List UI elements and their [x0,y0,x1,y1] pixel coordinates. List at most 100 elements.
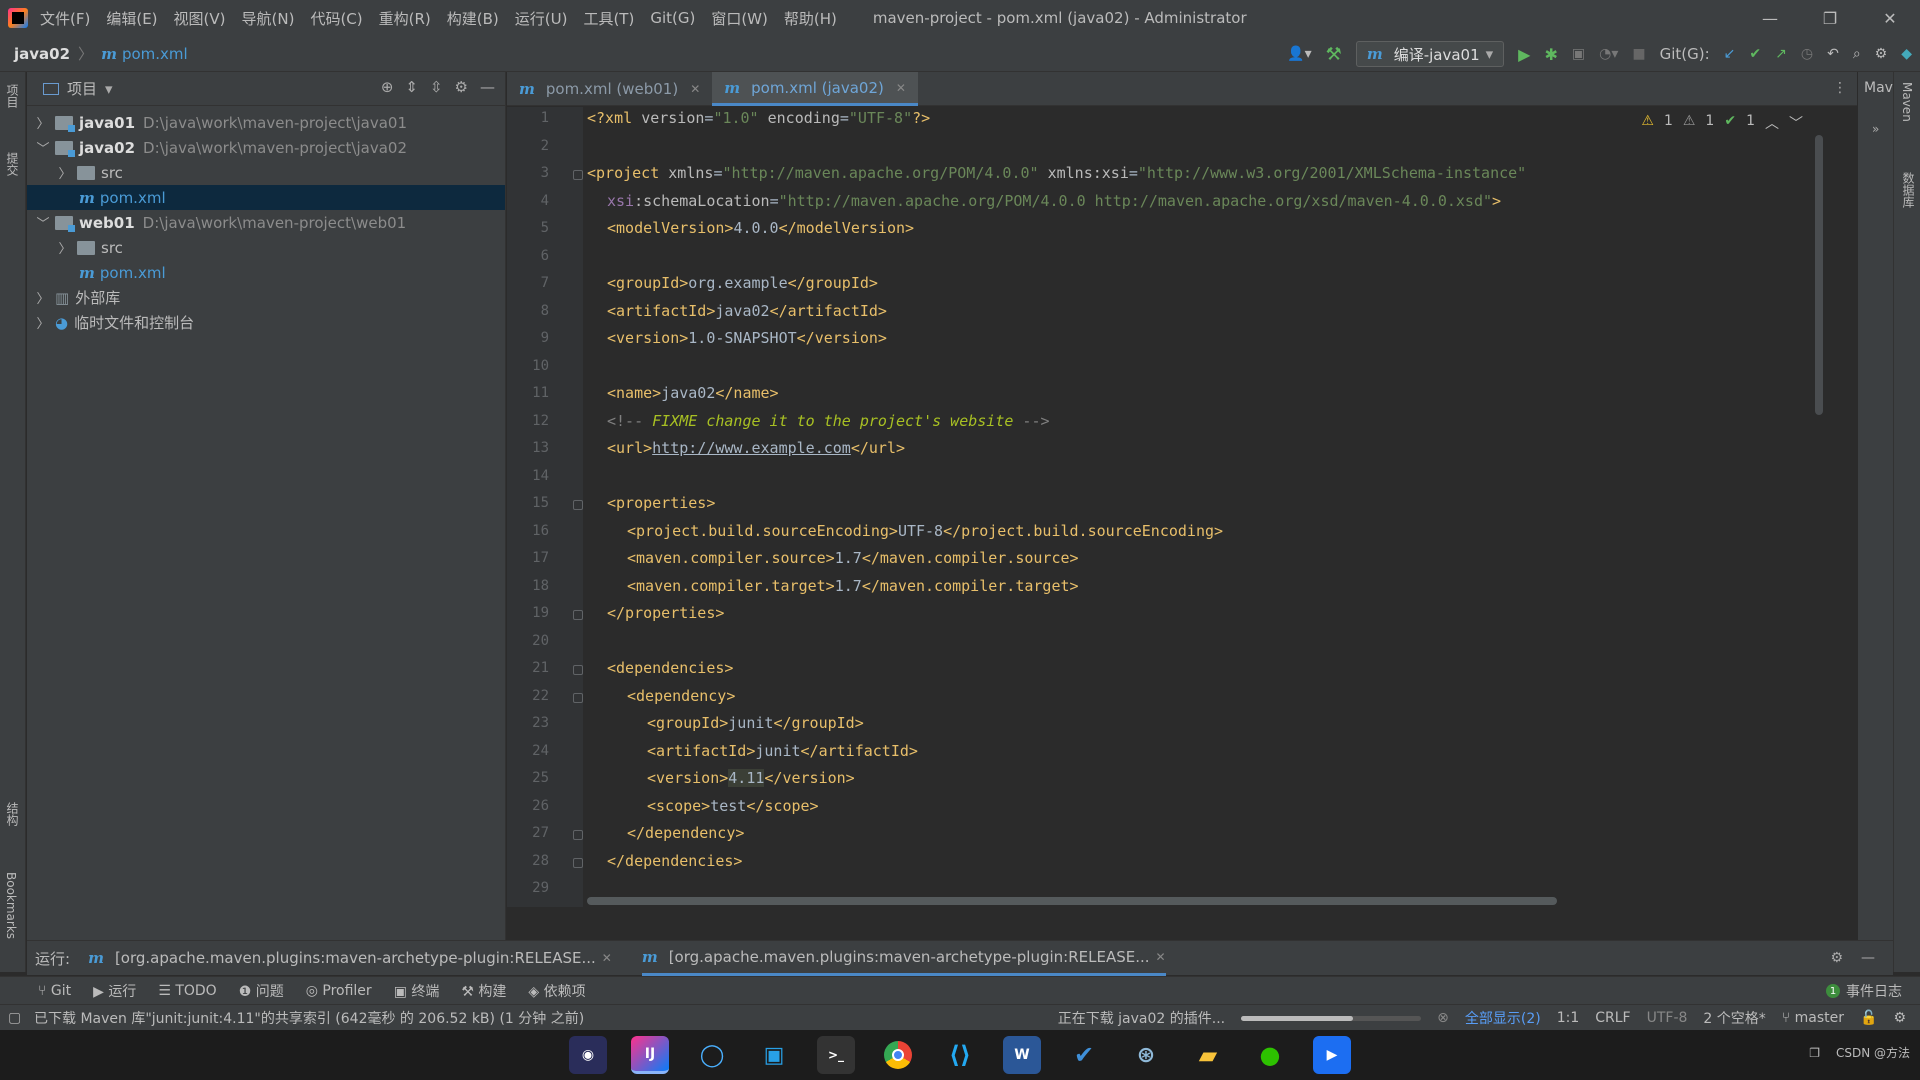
debug-icon[interactable]: ✱ [1544,45,1557,64]
tree-item-external-libraries[interactable]: 〉 ▥ 外部库 [27,285,505,310]
rollback-icon[interactable]: ↶ [1827,46,1839,62]
menu-build[interactable]: 构建(B) [447,8,499,29]
eclipse-app-icon[interactable]: ◉ [569,1036,607,1074]
cancel-task-icon[interactable]: ⊗ [1437,1010,1449,1026]
profile-icon[interactable]: ◔▾ [1599,46,1618,62]
close-tab-icon[interactable]: ✕ [690,82,700,96]
structure-tool-button[interactable]: 结构 [4,802,21,826]
locate-icon[interactable]: ⊕ [381,78,394,96]
git-history-icon[interactable]: ◷ [1801,46,1813,62]
chevron-down-icon[interactable]: ﹀ [35,213,51,232]
build-hammer-icon[interactable]: ⚒ [1326,44,1342,65]
file-encoding[interactable]: UTF-8 [1647,1010,1688,1026]
background-task-label[interactable]: 正在下载 java02 的插件... [1058,1008,1225,1028]
tool-run[interactable]: ▶ 运行 [93,981,136,1001]
panel-toggle-icon[interactable]: ▢ [8,1010,21,1026]
tool-build[interactable]: ⚒ 构建 [461,981,506,1001]
settings-gear-icon[interactable]: ⚙ [1875,46,1888,62]
tool-profiler[interactable]: ◎ Profiler [306,983,372,999]
menu-file[interactable]: 文件(F) [40,8,90,29]
menu-tools[interactable]: 工具(T) [583,8,634,29]
hide-panel-icon[interactable]: — [480,78,495,96]
run-configuration-select[interactable]: m 编译-java01 ▾ [1355,41,1505,67]
browser-app-icon[interactable]: ◯ [693,1036,731,1074]
tool-git[interactable]: ⑂ Git [38,983,71,999]
terminal-app-icon[interactable]: >_ [817,1036,855,1074]
chrome-app-icon[interactable] [879,1036,917,1074]
todo-app-icon[interactable]: ✔ [1065,1036,1103,1074]
word-app-icon[interactable]: W [1003,1036,1041,1074]
menu-edit[interactable]: 编辑(E) [106,8,157,29]
chevron-right-icon[interactable]: 〉 [57,238,73,257]
search-icon[interactable]: ⌕ [1853,46,1861,62]
tree-item-web01-src[interactable]: 〉 src [27,235,505,260]
menu-view[interactable]: 视图(V) [174,8,226,29]
tree-item-web01[interactable]: ﹀ web01 D:\java\work\maven-project\web01 [27,210,505,235]
fold-marker-icon[interactable] [573,170,583,180]
menu-run[interactable]: 运行(U) [515,8,568,29]
tree-item-java02-pom[interactable]: m pom.xml [27,185,505,210]
tab-pom-web01[interactable]: m pom.xml (web01) ✕ [507,72,712,106]
gear-icon[interactable]: ⚙ [1830,950,1843,966]
collapse-icon[interactable]: » [1872,122,1879,136]
project-panel-title[interactable]: 项目 [67,78,97,99]
menu-help[interactable]: 帮助(H) [784,8,837,29]
fold-marker-icon[interactable] [573,830,583,840]
project-tool-button[interactable]: 项目 [4,84,21,108]
user-icon[interactable]: 👤▾ [1287,46,1311,62]
menu-window[interactable]: 窗口(W) [711,8,768,29]
database-tool-button[interactable]: 数据库 [1900,172,1917,208]
tool-todo[interactable]: ☰ TODO [158,983,216,999]
maven-tool-button[interactable]: Maven [1900,82,1914,122]
fold-marker-icon[interactable] [573,858,583,868]
remote-app-icon[interactable]: ▣ [755,1036,793,1074]
tool-terminal[interactable]: ▣ 终端 [394,981,440,1001]
video-app-icon[interactable]: ▶ [1313,1036,1351,1074]
jetbrains-toolbox-icon[interactable]: ◆ [1901,46,1912,62]
coverage-icon[interactable]: ▣ [1572,46,1585,62]
tree-item-web01-pom[interactable]: m pom.xml [27,260,505,285]
git-push-icon[interactable]: ↗ [1775,46,1787,62]
chevron-right-icon[interactable]: 〉 [35,313,51,332]
caret-position[interactable]: 1:1 [1557,1010,1580,1026]
horizontal-scrollbar[interactable] [587,897,1557,905]
close-icon[interactable]: ✕ [1860,0,1920,36]
collapse-all-icon[interactable]: ⇳ [430,78,443,96]
code-editor[interactable]: 1 2 3 4 5 6 7 8 9 10 11 12 13 14 15 16 1… [507,107,1857,907]
chevron-right-icon[interactable]: 〉 [35,288,51,307]
run-tab[interactable]: m [org.apache.maven.plugins:maven-archet… [88,941,612,976]
git-commit-icon[interactable]: ✔ [1749,46,1761,62]
restore-icon[interactable]: ❐ [1800,0,1860,36]
stop-icon[interactable]: ■ [1632,46,1645,62]
fold-marker-icon[interactable] [573,693,583,703]
chevron-down-icon[interactable]: ﹀ [35,138,51,157]
git-branch[interactable]: ⑂ master [1782,1010,1844,1026]
show-all-tasks-link[interactable]: 全部显示(2) [1465,1008,1541,1028]
more-tabs-icon[interactable]: ⋮ [1833,80,1847,96]
hide-panel-icon[interactable]: — [1861,950,1875,966]
tree-item-scratches[interactable]: 〉 ◕ 临时文件和控制台 [27,310,505,335]
next-highlight-icon[interactable]: ﹀ [1789,113,1803,133]
chevron-right-icon[interactable]: 〉 [35,113,51,132]
indent-setting[interactable]: 2 个空格* [1703,1008,1765,1028]
menu-code[interactable]: 代码(C) [310,8,362,29]
git-update-icon[interactable]: ↙ [1724,46,1736,62]
run-icon[interactable]: ▶ [1518,45,1530,64]
line-separator[interactable]: CRLF [1595,1010,1630,1026]
chevron-right-icon[interactable]: 〉 [57,163,73,182]
maven-panel-title[interactable]: Mav [1864,80,1893,96]
task-view-icon[interactable]: ❐ [1809,1046,1820,1060]
close-tab-icon[interactable]: ✕ [602,951,612,965]
tool-dependencies[interactable]: ◈ 依赖项 [528,981,585,1001]
menu-navigate[interactable]: 导航(N) [242,8,295,29]
status-message[interactable]: 已下载 Maven 库"junit:junit:4.11"的共享索引 (642毫… [34,1008,584,1028]
lock-icon[interactable]: 🔓 [1860,1010,1877,1026]
bookmarks-tool-button[interactable]: Bookmarks [4,872,18,939]
breadcrumb-file[interactable]: pom.xml [122,45,188,63]
tool-problems[interactable]: ❶ 问题 [239,981,284,1001]
chevron-down-icon[interactable]: ▾ [105,80,113,98]
tree-item-java02[interactable]: ﹀ java02 D:\java\work\maven-project\java… [27,135,505,160]
run-tab[interactable]: m [org.apache.maven.plugins:maven-archet… [641,941,1166,976]
expand-all-icon[interactable]: ⇕ [405,78,418,96]
steam-app-icon[interactable]: ⊛ [1127,1036,1165,1074]
